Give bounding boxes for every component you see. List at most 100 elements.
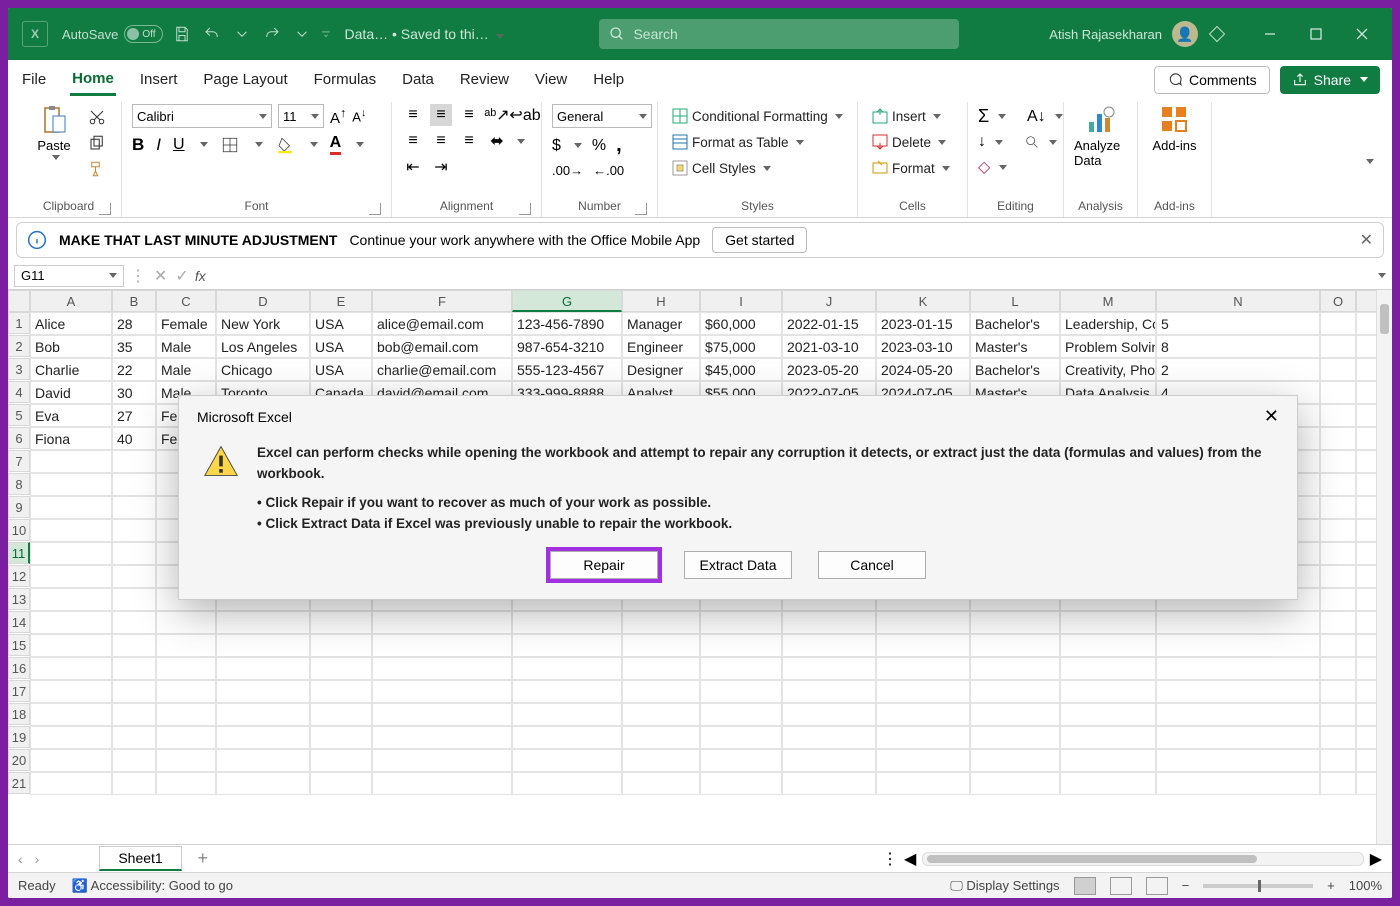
tab-file[interactable]: File [20, 65, 48, 94]
cell[interactable] [112, 588, 156, 611]
cell[interactable] [1060, 726, 1156, 749]
cell[interactable] [782, 657, 876, 680]
cell[interactable]: Female [156, 312, 216, 335]
cell[interactable] [1320, 772, 1356, 795]
row-header[interactable]: 17 [8, 680, 30, 702]
cell[interactable] [1156, 726, 1320, 749]
cell[interactable]: $45,000 [700, 358, 782, 381]
diamond-icon[interactable] [1206, 23, 1228, 45]
row-header[interactable]: 13 [8, 588, 30, 610]
cell[interactable] [970, 611, 1060, 634]
cell[interactable] [782, 749, 876, 772]
cell[interactable] [156, 657, 216, 680]
column-header[interactable]: H [622, 290, 700, 312]
cell[interactable] [512, 726, 622, 749]
cell[interactable]: Male [156, 335, 216, 358]
cell[interactable]: 2023-05-20 [782, 358, 876, 381]
comma-icon[interactable]: , [616, 134, 622, 157]
cell[interactable] [876, 772, 970, 795]
addins-button[interactable]: Add-ins [1148, 104, 1201, 153]
cell[interactable]: $75,000 [700, 335, 782, 358]
align-bottom-icon[interactable]: ≡ [458, 104, 480, 126]
cell[interactable] [1320, 496, 1356, 519]
cell[interactable] [1320, 542, 1356, 565]
cell[interactable] [216, 726, 310, 749]
cell[interactable] [1320, 381, 1356, 404]
column-header[interactable]: E [310, 290, 372, 312]
delete-cells-button[interactable]: Delete [868, 132, 950, 152]
format-as-table-button[interactable]: Format as Table [668, 132, 808, 152]
cell[interactable] [310, 772, 372, 795]
cell[interactable] [30, 611, 112, 634]
cell[interactable]: charlie@email.com [372, 358, 512, 381]
confirm-formula-icon[interactable]: ✓ [175, 266, 188, 286]
cell[interactable]: USA [310, 335, 372, 358]
cell[interactable] [512, 703, 622, 726]
row-header[interactable]: 16 [8, 657, 30, 679]
decrease-indent-icon[interactable]: ⇤ [402, 156, 424, 178]
column-header[interactable]: B [112, 290, 156, 312]
merge-icon[interactable]: ⬌ [486, 130, 508, 152]
cell[interactable] [1320, 703, 1356, 726]
cell[interactable] [310, 657, 372, 680]
cell[interactable]: Leadership, Communication [1060, 312, 1156, 335]
column-header[interactable]: L [970, 290, 1060, 312]
tab-home[interactable]: Home [70, 64, 116, 96]
wrap-text-icon[interactable]: ↩ab [514, 104, 536, 126]
cell[interactable] [512, 772, 622, 795]
tab-review[interactable]: Review [458, 65, 511, 94]
cell[interactable] [30, 473, 112, 496]
scroll-left-icon[interactable]: ◀ [904, 849, 916, 869]
increase-indent-icon[interactable]: ⇥ [430, 156, 452, 178]
cell[interactable] [1320, 749, 1356, 772]
cell[interactable] [700, 772, 782, 795]
cell[interactable] [1060, 749, 1156, 772]
cell[interactable] [970, 657, 1060, 680]
cell[interactable]: Master's [970, 335, 1060, 358]
collapse-ribbon-icon[interactable] [1353, 141, 1384, 179]
get-started-button[interactable]: Get started [712, 227, 807, 253]
format-painter-icon[interactable] [86, 160, 108, 178]
cell[interactable] [372, 611, 512, 634]
cell[interactable] [112, 657, 156, 680]
cell[interactable] [876, 611, 970, 634]
font-size-select[interactable]: 11 [278, 104, 324, 128]
cell[interactable] [1060, 680, 1156, 703]
cell[interactable]: Los Angeles [216, 335, 310, 358]
cell[interactable] [512, 680, 622, 703]
cell[interactable] [372, 749, 512, 772]
cell[interactable] [112, 473, 156, 496]
cell[interactable]: 123-456-7890 [512, 312, 622, 335]
comments-button[interactable]: Comments [1154, 66, 1270, 94]
cell[interactable] [30, 519, 112, 542]
cell[interactable] [1320, 312, 1356, 335]
cell[interactable] [30, 726, 112, 749]
cell[interactable] [112, 749, 156, 772]
cell[interactable] [30, 703, 112, 726]
cell[interactable] [310, 703, 372, 726]
cell[interactable]: Chicago [216, 358, 310, 381]
cell[interactable] [970, 749, 1060, 772]
fx-dropdown-icon[interactable]: ⋮ [130, 266, 146, 286]
cell[interactable]: 2023-03-10 [876, 335, 970, 358]
column-header[interactable]: A [30, 290, 112, 312]
cell[interactable]: 2 [1156, 358, 1320, 381]
row-header[interactable]: 5 [8, 404, 30, 426]
cell[interactable] [1320, 473, 1356, 496]
cell[interactable] [512, 634, 622, 657]
cell[interactable] [1320, 450, 1356, 473]
cell[interactable] [1320, 611, 1356, 634]
align-top-icon[interactable]: ≡ [402, 104, 424, 126]
tab-formulas[interactable]: Formulas [312, 65, 379, 94]
cell[interactable]: USA [310, 312, 372, 335]
cell[interactable] [1320, 427, 1356, 450]
align-right-icon[interactable]: ≡ [458, 130, 480, 152]
cut-icon[interactable] [86, 108, 108, 126]
formula-input[interactable] [212, 266, 1369, 286]
expand-formulabar-icon[interactable] [1378, 273, 1386, 278]
row-header[interactable]: 4 [8, 381, 30, 403]
cell[interactable] [876, 726, 970, 749]
cell[interactable] [512, 657, 622, 680]
cell[interactable] [1060, 657, 1156, 680]
row-header[interactable]: 7 [8, 450, 30, 472]
